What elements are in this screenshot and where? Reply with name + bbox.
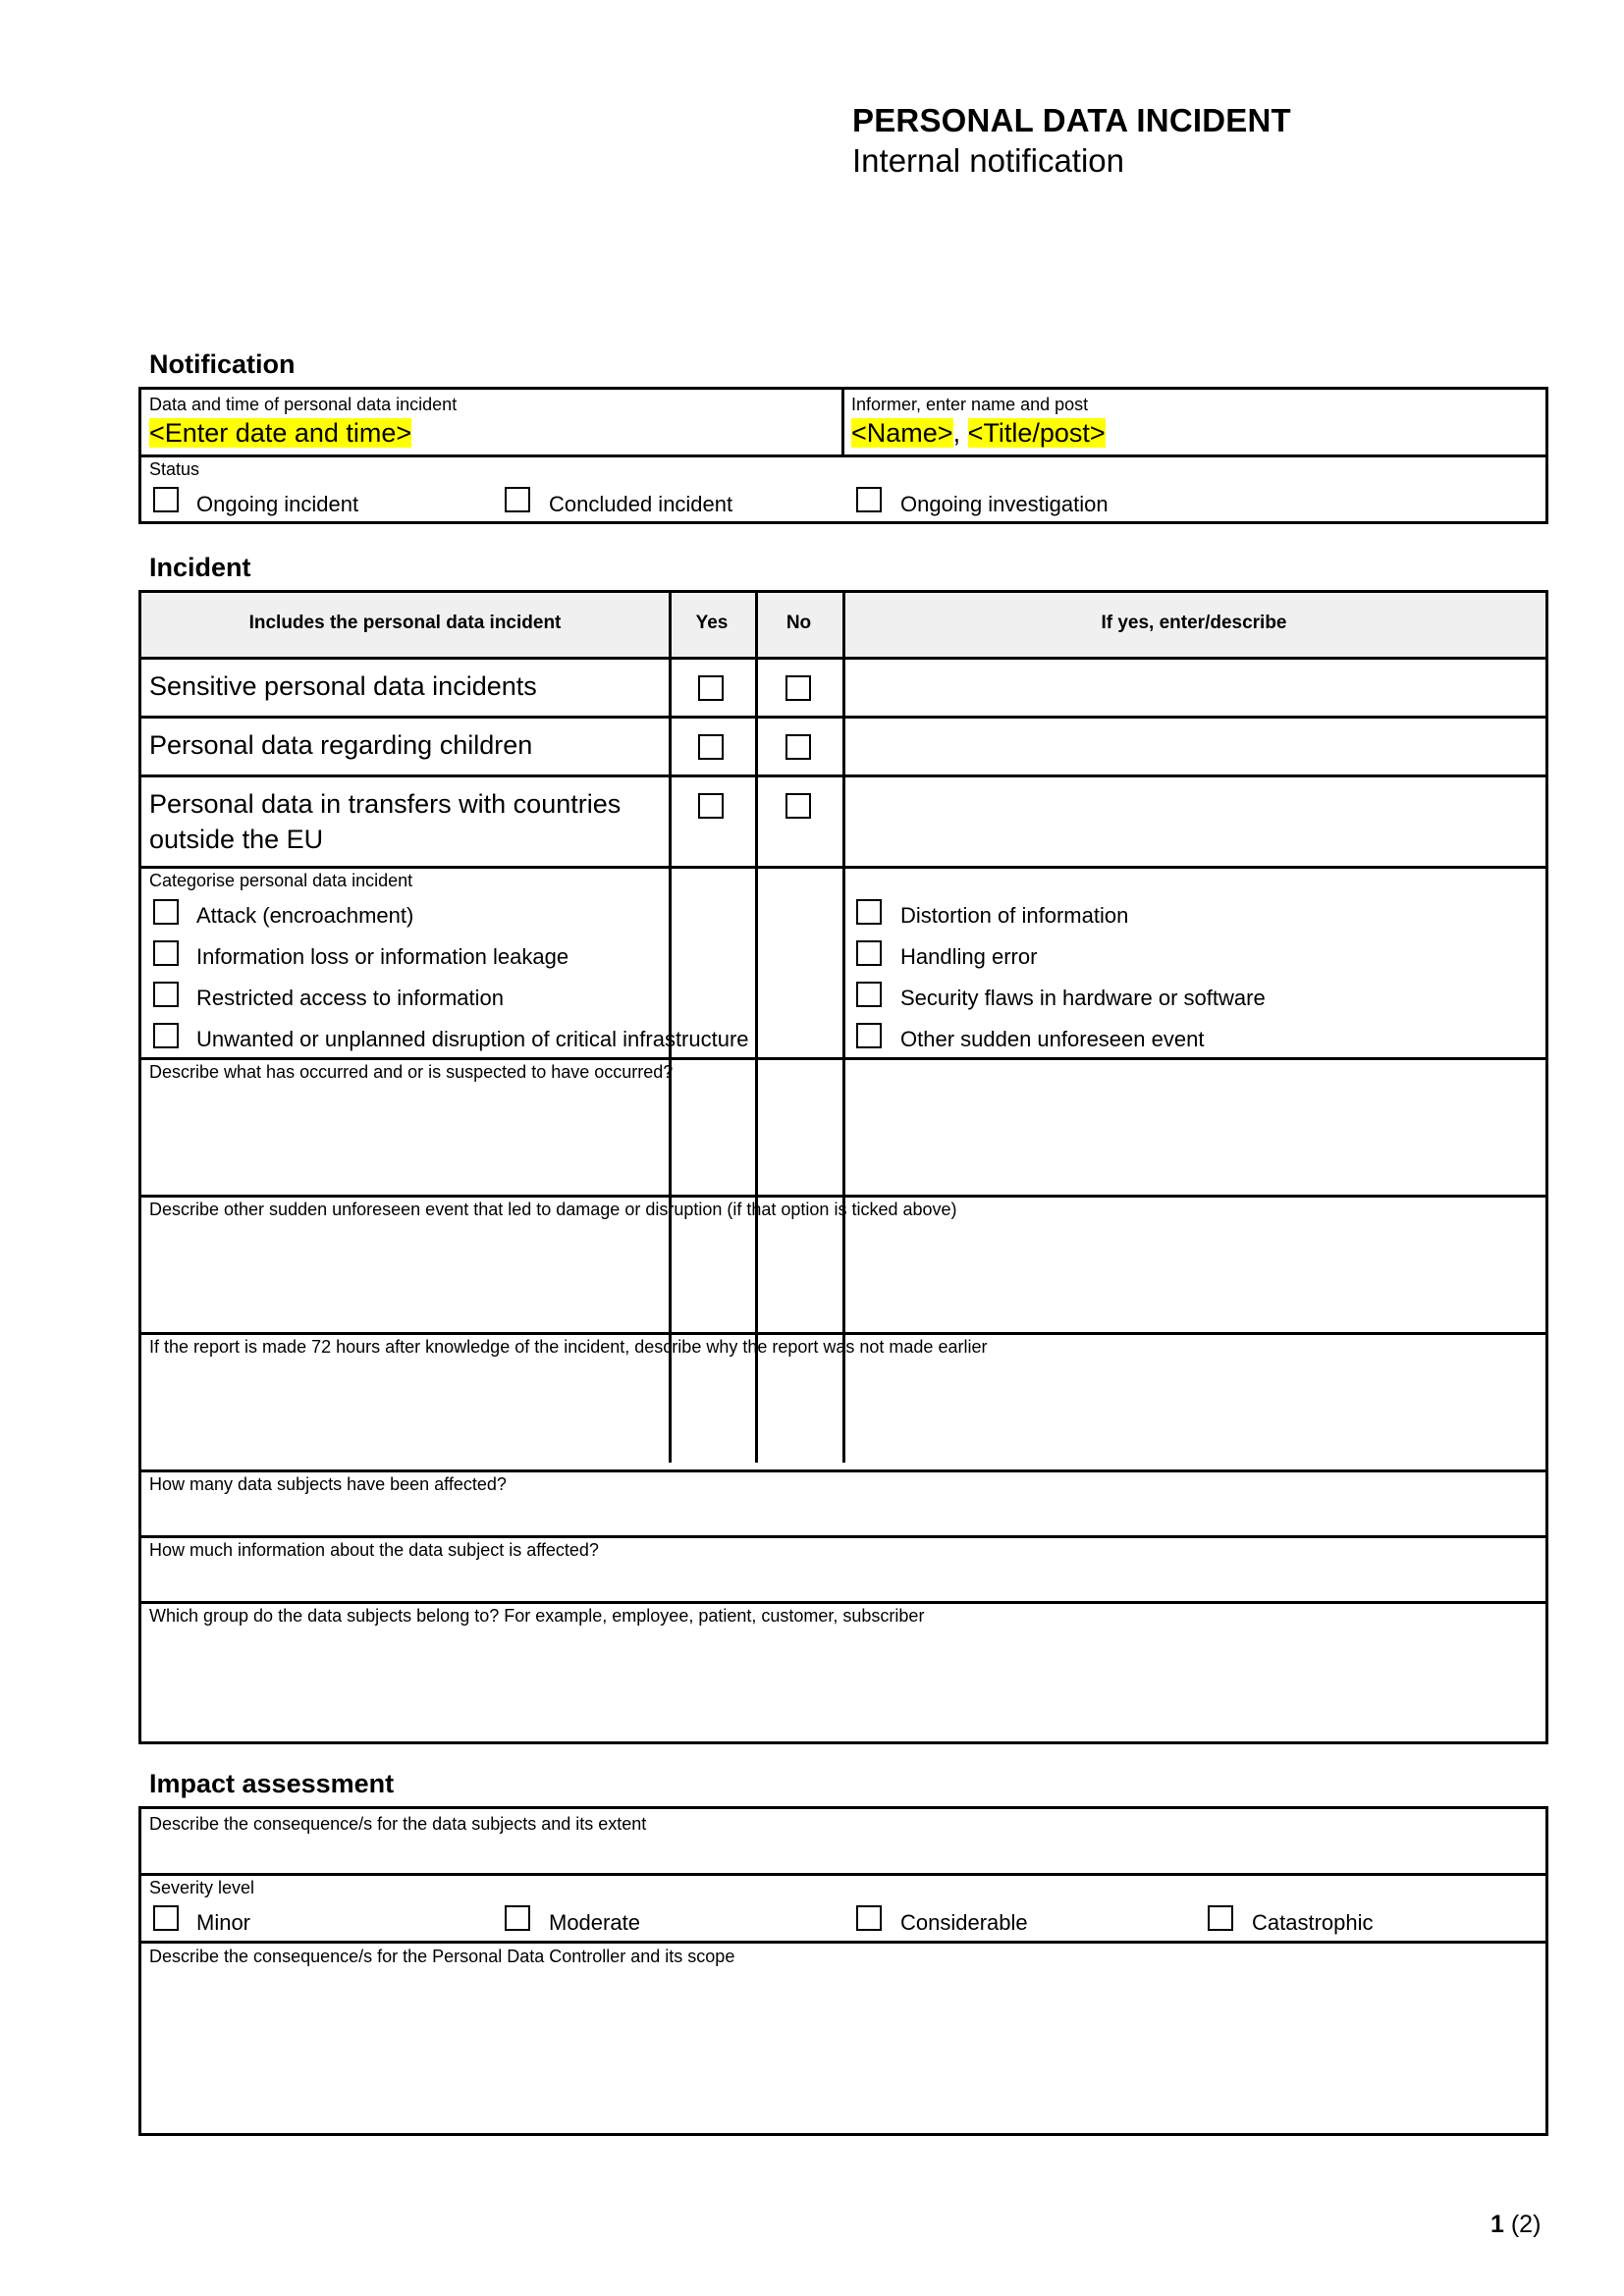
document-subtitle: Internal notification xyxy=(852,142,1125,179)
category-restricted-access-checkbox[interactable] xyxy=(153,982,179,1007)
page-total: (2) xyxy=(1510,2211,1542,2238)
date-field[interactable]: <Enter date and time> xyxy=(149,418,412,449)
severity-minor-label: Minor xyxy=(196,1910,251,1935)
status-ongoing-incident-label: Ongoing incident xyxy=(196,492,359,516)
row-sensitive-describe-field[interactable] xyxy=(845,660,1545,716)
severity-moderate-label: Moderate xyxy=(549,1910,640,1935)
page-current: 1 xyxy=(1490,2211,1504,2238)
informer-title-placeholder[interactable]: <Title/post> xyxy=(967,418,1106,448)
table-row-divider xyxy=(141,866,1545,869)
table-header-includes: Includes the personal data incident xyxy=(248,613,562,633)
informer-field[interactable]: <Name>, <Title/post> xyxy=(851,418,1106,449)
date-placeholder[interactable]: <Enter date and time> xyxy=(149,418,412,448)
category-information-loss-checkbox[interactable] xyxy=(153,940,179,966)
notification-divider xyxy=(841,390,844,454)
category-information-loss-label: Information loss or information leakage xyxy=(196,944,569,969)
section-divider xyxy=(141,1057,1545,1060)
category-attack-checkbox[interactable] xyxy=(153,899,179,925)
section-divider xyxy=(141,1535,1545,1538)
document-title: PERSONAL DATA INCIDENT xyxy=(852,102,1291,138)
question-information-amount-field[interactable] xyxy=(141,1562,1545,1601)
status-label: Status xyxy=(149,459,200,479)
severity-considerable-label: Considerable xyxy=(900,1910,1028,1935)
severity-considerable-checkbox[interactable] xyxy=(856,1905,882,1931)
severity-minor-checkbox[interactable] xyxy=(153,1905,179,1931)
categorise-label: Categorise personal data incident xyxy=(149,871,413,890)
row-transfers-describe-field[interactable] xyxy=(845,777,1545,866)
incident-heading: Incident xyxy=(149,553,251,582)
table-row-label-line1: Personal data in transfers with countrie… xyxy=(149,789,622,819)
informer-name-placeholder[interactable]: <Name> xyxy=(851,418,953,448)
severity-catastrophic-label: Catastrophic xyxy=(1252,1910,1374,1935)
question-late-report-label: If the report is made 72 hours after kno… xyxy=(149,1337,988,1357)
question-subject-group-field[interactable] xyxy=(141,1628,1545,1741)
category-other-event-checkbox[interactable] xyxy=(856,1023,882,1048)
table-row-label-line2: outside the EU xyxy=(149,825,324,854)
table-row-label: Personal data regarding children xyxy=(149,730,533,760)
severity-moderate-checkbox[interactable] xyxy=(505,1905,530,1931)
incident-box: Includes the personal data incident Yes … xyxy=(138,590,1548,1744)
consequence-subjects-field[interactable] xyxy=(141,1836,1545,1873)
status-concluded-incident-checkbox[interactable] xyxy=(505,487,530,512)
impact-box: Describe the consequence/s for the data … xyxy=(138,1806,1548,2136)
impact-heading: Impact assessment xyxy=(149,1769,395,1798)
consequence-controller-field[interactable] xyxy=(141,1968,1545,2133)
question-other-event-field[interactable] xyxy=(141,1221,1545,1332)
informer-label: Informer, enter name and post xyxy=(851,395,1089,414)
row-children-describe-field[interactable] xyxy=(845,719,1545,774)
table-header-no: No xyxy=(785,613,812,633)
row-transfers-yes-checkbox[interactable] xyxy=(698,793,724,819)
page-number: 1 (2) xyxy=(1490,2211,1541,2239)
category-other-event-label: Other sudden unforeseen event xyxy=(900,1027,1205,1051)
category-restricted-access-label: Restricted access to information xyxy=(196,986,505,1010)
category-handling-error-checkbox[interactable] xyxy=(856,940,882,966)
question-subjects-count-label: How many data subjects have been affecte… xyxy=(149,1474,507,1494)
category-distortion-label: Distortion of information xyxy=(900,903,1129,928)
category-security-flaws-checkbox[interactable] xyxy=(856,982,882,1007)
question-what-occurred-field[interactable] xyxy=(141,1084,1545,1195)
consequence-subjects-label: Describe the consequence/s for the data … xyxy=(149,1814,647,1834)
date-label: Data and time of personal data incident xyxy=(149,395,458,414)
impact-divider xyxy=(141,1941,1545,1944)
category-infrastructure-disruption-label: Unwanted or unplanned disruption of crit… xyxy=(196,1027,749,1051)
question-what-occurred-label: Describe what has occurred and or is sus… xyxy=(149,1062,674,1082)
severity-label: Severity level xyxy=(149,1878,255,1897)
category-security-flaws-label: Security flaws in hardware or software xyxy=(900,986,1266,1010)
category-infrastructure-disruption-checkbox[interactable] xyxy=(153,1023,179,1048)
question-information-amount-label: How much information about the data subj… xyxy=(149,1540,599,1560)
notification-heading: Notification xyxy=(149,349,296,379)
table-header-describe: If yes, enter/describe xyxy=(1101,613,1287,633)
status-ongoing-incident-checkbox[interactable] xyxy=(153,487,179,512)
section-divider xyxy=(141,1332,1545,1335)
informer-separator: , xyxy=(952,418,961,448)
consequence-controller-label: Describe the consequence/s for the Perso… xyxy=(149,1947,735,1966)
status-ongoing-investigation-checkbox[interactable] xyxy=(856,487,882,512)
notification-box: Data and time of personal data incident … xyxy=(138,387,1548,524)
status-ongoing-investigation-label: Ongoing investigation xyxy=(900,492,1109,516)
section-divider xyxy=(141,1469,1545,1472)
status-concluded-incident-label: Concluded incident xyxy=(549,492,733,516)
question-subject-group-label: Which group do the data subjects belong … xyxy=(149,1606,925,1626)
table-header-yes: Yes xyxy=(695,613,729,633)
category-handling-error-label: Handling error xyxy=(900,944,1038,969)
category-attack-label: Attack (encroachment) xyxy=(196,903,414,928)
row-sensitive-yes-checkbox[interactable] xyxy=(698,675,724,701)
row-sensitive-no-checkbox[interactable] xyxy=(785,675,811,701)
row-transfers-no-checkbox[interactable] xyxy=(785,793,811,819)
question-subjects-count-field[interactable] xyxy=(141,1496,1545,1535)
severity-catastrophic-checkbox[interactable] xyxy=(1208,1905,1233,1931)
section-divider xyxy=(141,1195,1545,1198)
table-row-label: Sensitive personal data incidents xyxy=(149,671,537,701)
category-distortion-checkbox[interactable] xyxy=(856,899,882,925)
notification-row-divider xyxy=(141,454,1545,457)
question-late-report-field[interactable] xyxy=(141,1359,1545,1469)
row-children-no-checkbox[interactable] xyxy=(785,734,811,760)
section-divider xyxy=(141,1601,1545,1604)
row-children-yes-checkbox[interactable] xyxy=(698,734,724,760)
impact-divider xyxy=(141,1873,1545,1876)
question-other-event-label: Describe other sudden unforeseen event t… xyxy=(149,1200,957,1219)
